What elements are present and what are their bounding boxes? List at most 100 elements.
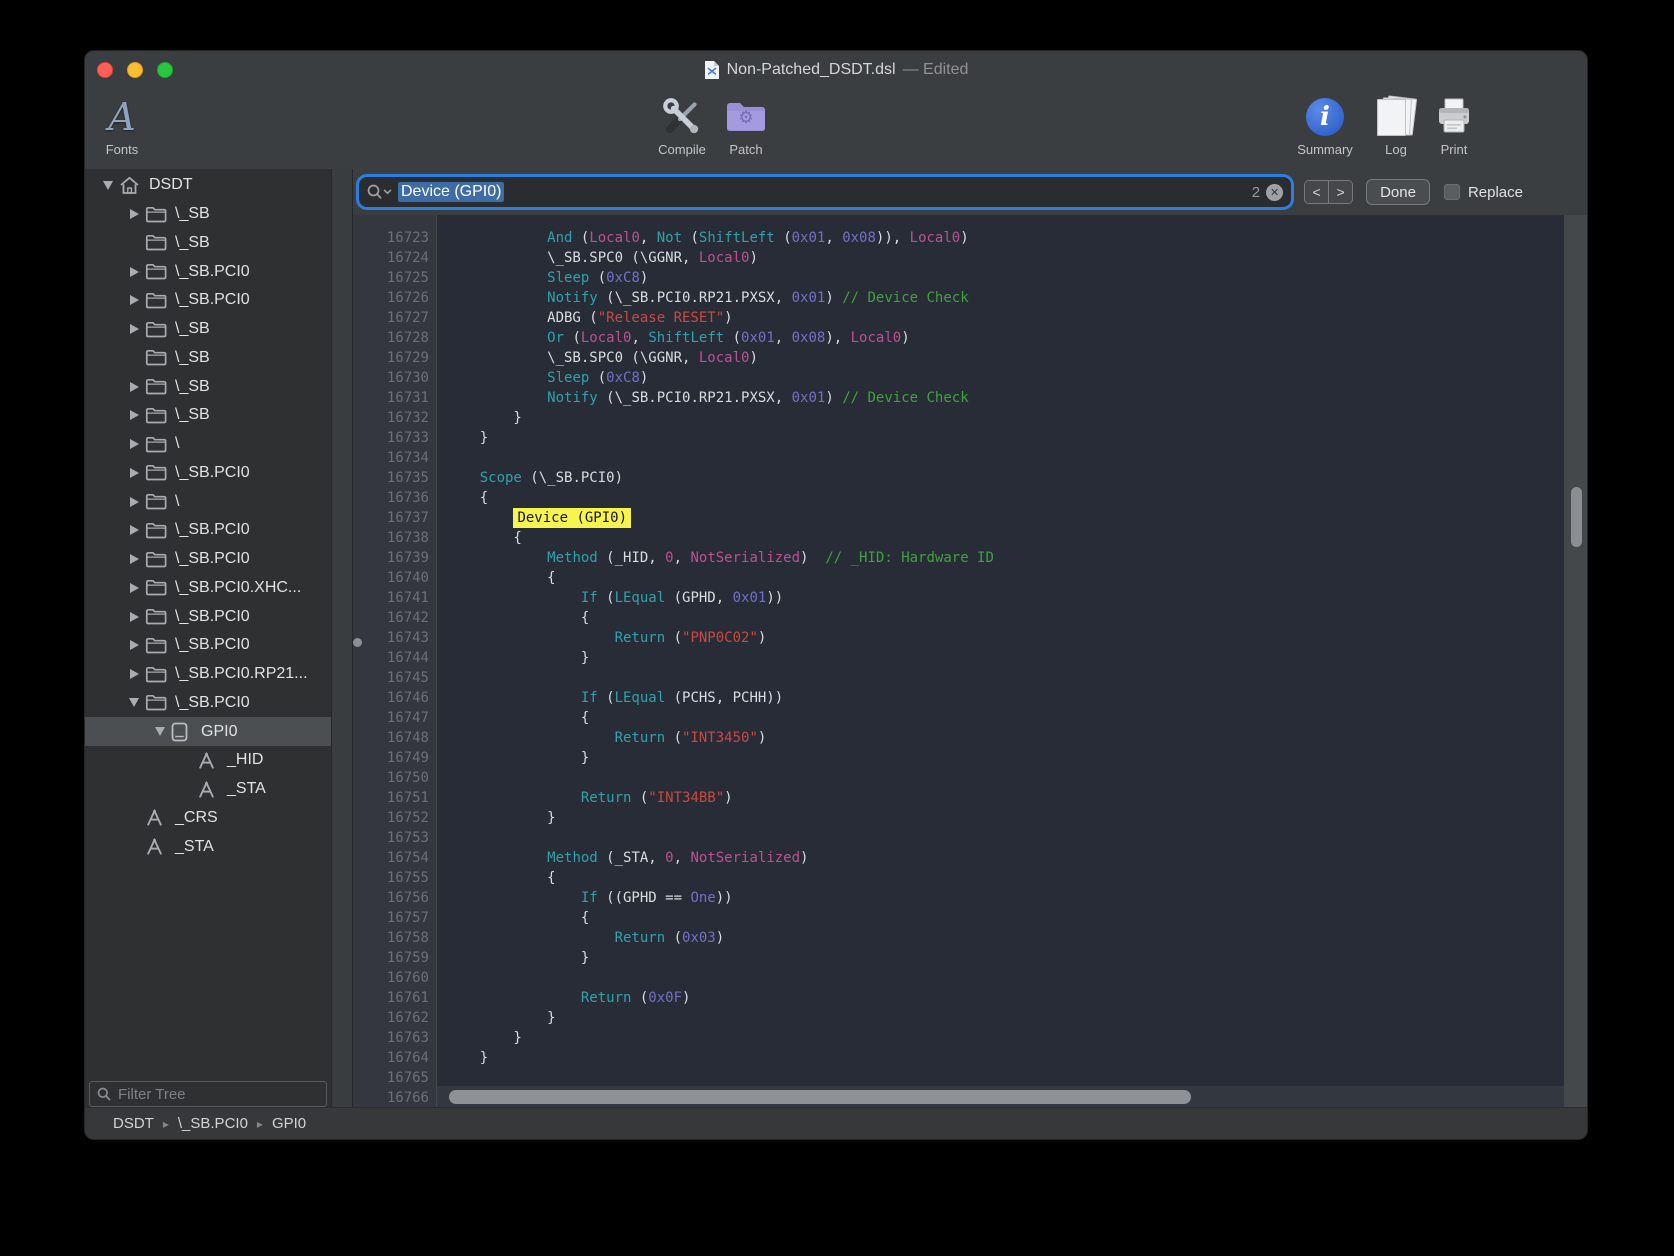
- sidebar-item-sbpci0[interactable]: \_SB.PCI0: [85, 516, 331, 545]
- code-line[interactable]: 16733 }: [353, 428, 1587, 448]
- disclosure-closed-icon[interactable]: [123, 516, 145, 545]
- sidebar-item-sbpci0rp21[interactable]: \_SB.PCI0.RP21...: [85, 660, 331, 689]
- code-line[interactable]: 16746 If (LEqual (PCHS, PCHH)): [353, 688, 1587, 708]
- disclosure-closed-icon[interactable]: [123, 257, 145, 286]
- disclosure-closed-icon[interactable]: [123, 631, 145, 660]
- sidebar-item-hid[interactable]: _HID: [85, 746, 331, 775]
- breadcrumb-item[interactable]: DSDT: [113, 1115, 154, 1132]
- find-next-button[interactable]: >: [1328, 181, 1352, 203]
- disclosure-closed-icon[interactable]: [123, 459, 145, 488]
- code-editor[interactable]: 16723 And (Local0, Not (ShiftLeft (0x01,…: [353, 215, 1587, 1109]
- disclosure-closed-icon[interactable]: [123, 430, 145, 459]
- code-line[interactable]: 16731 Notify (\_SB.PCI0.RP21.PXSX, 0x01)…: [353, 388, 1587, 408]
- sidebar-item-[interactable]: \: [85, 430, 331, 459]
- code-line[interactable]: 16759 }: [353, 948, 1587, 968]
- code-line[interactable]: 16747 {: [353, 708, 1587, 728]
- code-line[interactable]: 16741 If (LEqual (GPHD, 0x01)): [353, 588, 1587, 608]
- code-line[interactable]: 16744 }: [353, 648, 1587, 668]
- disclosure-closed-icon[interactable]: [123, 200, 145, 229]
- code-line[interactable]: 16754 Method (_STA, 0, NotSerialized): [353, 848, 1587, 868]
- sidebar-item-sb[interactable]: \_SB: [85, 344, 331, 373]
- vertical-scrollbar-thumb[interactable]: [1571, 487, 1582, 547]
- compile-button[interactable]: Compile: [640, 93, 724, 157]
- code-line[interactable]: 16724 \_SB.SPC0 (\GGNR, Local0): [353, 248, 1587, 268]
- code-line[interactable]: 16737 Device (GPI0): [353, 508, 1587, 528]
- disclosure-closed-icon[interactable]: [123, 372, 145, 401]
- titlebar[interactable]: Non-Patched_DSDT.dsl — Edited: [85, 51, 1587, 89]
- fonts-button[interactable]: A Fonts: [89, 93, 155, 157]
- code-line[interactable]: 16765: [353, 1068, 1587, 1088]
- code-line[interactable]: 16760: [353, 968, 1587, 988]
- disclosure-open-icon[interactable]: [149, 717, 171, 746]
- sidebar-item-gpi0[interactable]: GPI0: [85, 717, 331, 746]
- code-line[interactable]: 16757 {: [353, 908, 1587, 928]
- zoom-button[interactable]: [157, 62, 173, 78]
- code-line[interactable]: 16748 Return ("INT3450"): [353, 728, 1587, 748]
- sidebar-item-sb[interactable]: \_SB: [85, 315, 331, 344]
- sidebar-item-sbpci0[interactable]: \_SB.PCI0: [85, 602, 331, 631]
- sidebar-item-sbpci0[interactable]: \_SB.PCI0: [85, 545, 331, 574]
- sidebar-item-sbpci0[interactable]: \_SB.PCI0: [85, 459, 331, 488]
- code-line[interactable]: 16749 }: [353, 748, 1587, 768]
- print-button[interactable]: Print: [1425, 93, 1483, 157]
- code-line[interactable]: 16727 ADBG ("Release RESET"): [353, 308, 1587, 328]
- code-line[interactable]: 16734: [353, 448, 1587, 468]
- code-line[interactable]: 16753: [353, 828, 1587, 848]
- code-line[interactable]: 16756 If ((GPHD == One)): [353, 888, 1587, 908]
- disclosure-closed-icon[interactable]: [123, 315, 145, 344]
- disclosure-closed-icon[interactable]: [123, 545, 145, 574]
- log-button[interactable]: Log: [1368, 93, 1424, 157]
- done-button[interactable]: Done: [1366, 179, 1430, 205]
- sidebar-item-[interactable]: \: [85, 487, 331, 516]
- patch-button[interactable]: ⚙ Patch: [713, 93, 779, 157]
- summary-button[interactable]: i Summary: [1281, 93, 1369, 157]
- code-line[interactable]: 16728 Or (Local0, ShiftLeft (0x01, 0x08)…: [353, 328, 1587, 348]
- code-line[interactable]: 16739 Method (_HID, 0, NotSerialized) //…: [353, 548, 1587, 568]
- code-line[interactable]: 16730 Sleep (0xC8): [353, 368, 1587, 388]
- close-button[interactable]: [97, 62, 113, 78]
- minimize-button[interactable]: [127, 62, 143, 78]
- code-line[interactable]: 16740 {: [353, 568, 1587, 588]
- disclosure-closed-icon[interactable]: [123, 602, 145, 631]
- sidebar-item-sbpci0[interactable]: \_SB.PCI0: [85, 689, 331, 718]
- breadcrumb-item[interactable]: \_SB.PCI0: [178, 1115, 248, 1132]
- code-line[interactable]: 16738 {: [353, 528, 1587, 548]
- replace-checkbox[interactable]: [1444, 184, 1460, 200]
- code-line[interactable]: 16750: [353, 768, 1587, 788]
- disclosure-closed-icon[interactable]: [123, 574, 145, 603]
- code-line[interactable]: 16742 {: [353, 608, 1587, 628]
- code-line[interactable]: 16726 Notify (\_SB.PCI0.RP21.PXSX, 0x01)…: [353, 288, 1587, 308]
- code-line[interactable]: 16755 {: [353, 868, 1587, 888]
- disclosure-open-icon[interactable]: [97, 171, 119, 200]
- sidebar-item-sb[interactable]: \_SB: [85, 200, 331, 229]
- code-line[interactable]: 16723 And (Local0, Not (ShiftLeft (0x01,…: [353, 228, 1587, 248]
- code-line[interactable]: 16735 Scope (\_SB.PCI0): [353, 468, 1587, 488]
- code-line[interactable]: 16745: [353, 668, 1587, 688]
- horizontal-scrollbar-thumb[interactable]: [449, 1090, 1191, 1104]
- sidebar-item-sbpci0xhc[interactable]: \_SB.PCI0.XHC...: [85, 574, 331, 603]
- clear-search-icon[interactable]: ✕: [1266, 184, 1283, 201]
- pane-splitter[interactable]: [331, 169, 353, 1109]
- code-line[interactable]: 16762 }: [353, 1008, 1587, 1028]
- code-line[interactable]: 16729 \_SB.SPC0 (\GGNR, Local0): [353, 348, 1587, 368]
- sidebar-item-sta[interactable]: _STA: [85, 832, 331, 861]
- code-line[interactable]: 16725 Sleep (0xC8): [353, 268, 1587, 288]
- code-line[interactable]: 16751 Return ("INT34BB"): [353, 788, 1587, 808]
- disclosure-open-icon[interactable]: [123, 689, 145, 718]
- filter-tree-input[interactable]: Filter Tree: [89, 1081, 327, 1107]
- disclosure-closed-icon[interactable]: [123, 286, 145, 315]
- sidebar-item-sta[interactable]: _STA: [85, 775, 331, 804]
- sidebar-item-crs[interactable]: _CRS: [85, 804, 331, 833]
- code-line[interactable]: 16732 }: [353, 408, 1587, 428]
- sidebar-item-dsdt[interactable]: DSDT: [85, 171, 331, 200]
- code-line[interactable]: 16736 {: [353, 488, 1587, 508]
- sidebar-item-sbpci0[interactable]: \_SB.PCI0: [85, 257, 331, 286]
- search-input[interactable]: Device (GPI0) 2 ✕: [359, 177, 1291, 207]
- code-line[interactable]: 16758 Return (0x03): [353, 928, 1587, 948]
- sidebar-item-sb[interactable]: \_SB: [85, 372, 331, 401]
- sidebar-item-sbpci0[interactable]: \_SB.PCI0: [85, 286, 331, 315]
- code-line[interactable]: 16764 }: [353, 1048, 1587, 1068]
- sidebar-item-sbpci0[interactable]: \_SB.PCI0: [85, 631, 331, 660]
- disclosure-closed-icon[interactable]: [123, 401, 145, 430]
- code-line[interactable]: 16763 }: [353, 1028, 1587, 1048]
